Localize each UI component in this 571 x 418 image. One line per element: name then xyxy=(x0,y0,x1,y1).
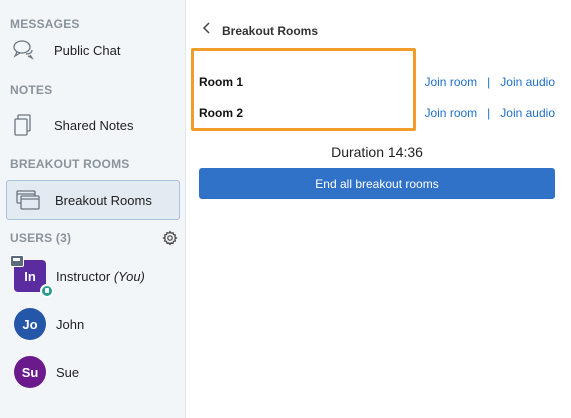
user-name: Instructor (You) xyxy=(56,269,145,284)
link-separator: | xyxy=(487,106,491,120)
shared-notes-label: Shared Notes xyxy=(54,117,134,133)
chat-bubbles-icon xyxy=(10,37,36,63)
public-chat-label: Public Chat xyxy=(54,42,121,58)
gear-icon[interactable] xyxy=(162,230,178,246)
public-chat-item[interactable]: Public Chat xyxy=(10,37,120,63)
avatar-initials: Su xyxy=(21,364,39,380)
room-name: Room 2 xyxy=(199,106,244,120)
sidebar: MESSAGES Public Chat NOTES Shared Notes … xyxy=(0,0,186,418)
breakout-rooms-label: Breakout Rooms xyxy=(55,192,152,208)
avatar: Jo xyxy=(14,308,46,340)
breakout-rooms-icon xyxy=(15,187,41,213)
user-sue[interactable]: Su Sue xyxy=(14,356,79,388)
you-label: (You) xyxy=(113,268,145,284)
room-row: Room 1 Join room | Join audio xyxy=(199,67,555,97)
breakout-app: MESSAGES Public Chat NOTES Shared Notes … xyxy=(0,0,571,418)
panel-title: Breakout Rooms xyxy=(222,23,319,38)
user-john[interactable]: Jo John xyxy=(14,308,84,340)
presenter-icon xyxy=(10,255,24,267)
breakout-section-title: BREAKOUT ROOMS xyxy=(10,157,130,171)
avatar-initials: In xyxy=(24,268,36,284)
messages-section-title: MESSAGES xyxy=(10,17,80,31)
join-audio-link[interactable]: Join audio xyxy=(500,106,555,120)
user-name: Sue xyxy=(56,364,80,380)
shared-notes-item[interactable]: Shared Notes xyxy=(10,112,134,138)
join-room-link[interactable]: Join room xyxy=(424,106,477,120)
breakout-panel: Breakout Rooms Room 1 Join room | Join a… xyxy=(187,0,571,418)
avatar-initials: Jo xyxy=(22,316,38,332)
join-room-link[interactable]: Join room xyxy=(424,75,477,89)
end-all-rooms-button[interactable]: End all breakout rooms xyxy=(199,168,555,199)
avatar: In xyxy=(10,255,54,298)
notes-pages-icon xyxy=(10,112,36,138)
users-section-title: USERS (3) xyxy=(10,231,72,245)
join-audio-link[interactable]: Join audio xyxy=(500,75,555,89)
back-button[interactable]: Breakout Rooms xyxy=(202,21,318,40)
room-links: Join room | Join audio xyxy=(424,75,555,89)
user-instructor[interactable]: In Instructor (You) xyxy=(10,255,145,298)
breakout-rooms-item[interactable]: Breakout Rooms xyxy=(6,180,180,220)
avatar: Su xyxy=(14,356,46,388)
notes-section-title: NOTES xyxy=(10,83,53,97)
link-separator: | xyxy=(487,75,491,89)
chevron-left-icon xyxy=(202,21,216,40)
user-name-text: Instructor xyxy=(56,268,111,284)
user-name: John xyxy=(56,316,85,332)
room-links: Join room | Join audio xyxy=(424,106,555,120)
duration-label: Duration 14:36 xyxy=(331,144,423,160)
room-row: Room 2 Join room | Join audio xyxy=(199,98,555,128)
room-name: Room 1 xyxy=(199,75,244,89)
moderator-icon xyxy=(40,284,54,298)
